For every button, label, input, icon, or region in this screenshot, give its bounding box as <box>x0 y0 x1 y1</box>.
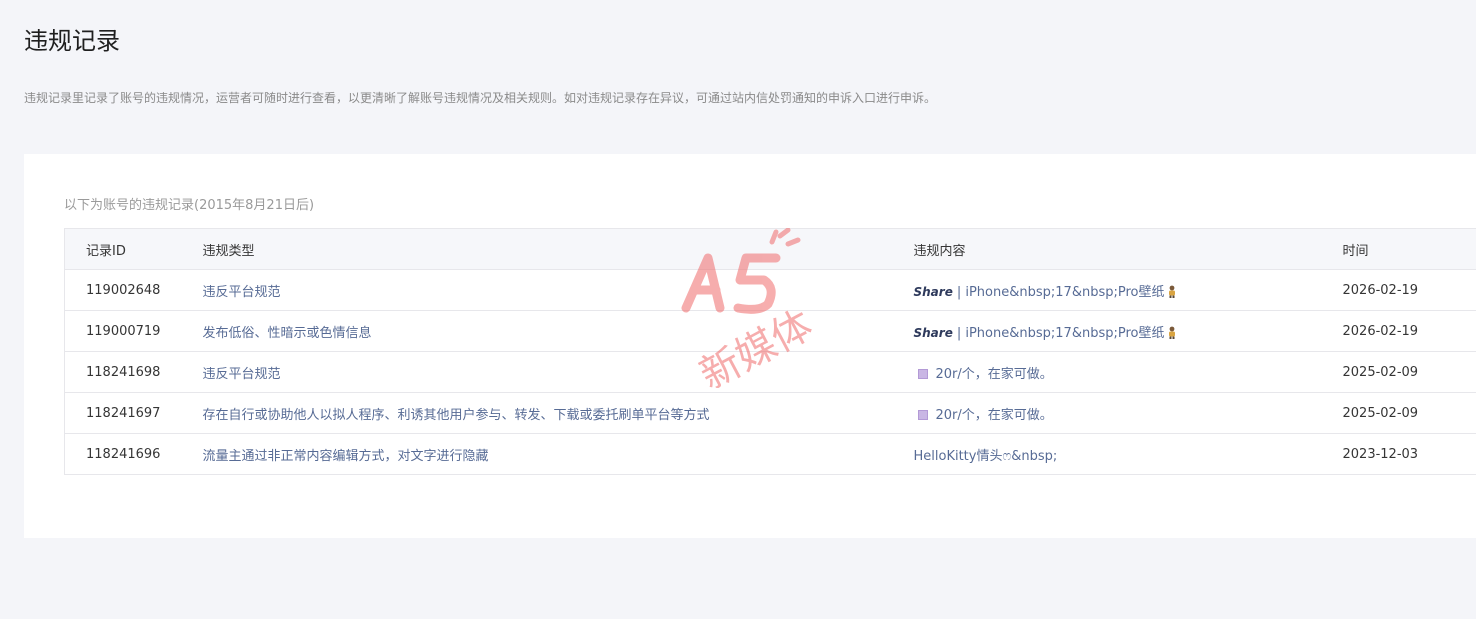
person-figure-icon <box>1169 326 1176 339</box>
header-violation-type: 违规类型 <box>202 228 914 270</box>
table-header-row: 记录ID 违规类型 违规内容 时间 <box>64 228 1476 270</box>
record-time: 2026-02-19 <box>1342 269 1476 311</box>
table-row: 119002648 违反平台规范 Share | iPhone&nbsp;17&n… <box>64 269 1476 311</box>
violation-content-link[interactable]: Share | iPhone&nbsp;17&nbsp;Pro壁纸 <box>913 269 1343 311</box>
table-row: 119000719 发布低俗、性暗示或色情信息 Share | iPhone&nb… <box>64 310 1476 352</box>
person-figure-icon <box>1169 285 1176 298</box>
record-time: 2025-02-09 <box>1342 392 1476 434</box>
record-id: 119002648 <box>64 269 203 311</box>
violation-records-table: 记录ID 违规类型 违规内容 时间 119002648 违反平台规范 Share… <box>64 228 1476 475</box>
violation-records-card: 以下为账号的违规记录(2015年8月21日后) 记录ID 违规类型 违规内容 时… <box>24 154 1476 538</box>
violation-type-link[interactable]: 存在自行或协助他人以拟人程序、利诱其他用户参与、转发、下载或委托刷单平台等方式 <box>202 392 914 434</box>
page-description: 违规记录里记录了账号的违规情况，运营者可随时进行查看，以更清晰了解账号违规情况及… <box>24 91 937 105</box>
record-id: 118241696 <box>64 433 203 475</box>
share-label: Share <box>913 325 953 340</box>
record-id: 119000719 <box>64 310 203 352</box>
violation-type-link[interactable]: 发布低俗、性暗示或色情信息 <box>202 310 914 352</box>
header-record-id: 记录ID <box>64 228 203 270</box>
violation-type-link[interactable]: 流量主通过非正常内容编辑方式，对文字进行隐藏 <box>202 433 914 475</box>
violation-content-link[interactable]: Share | iPhone&nbsp;17&nbsp;Pro壁纸 <box>913 310 1343 352</box>
share-label: Share <box>913 284 953 299</box>
violation-content-link[interactable]: 20r/个，在家可做。 <box>913 392 1343 434</box>
table-row: 118241698 违反平台规范 20r/个，在家可做。 2025-02-09 <box>64 351 1476 393</box>
table-row: 118241696 流量主通过非正常内容编辑方式，对文字进行隐藏 HelloKi… <box>64 433 1476 475</box>
page-title: 违规记录 <box>24 27 120 55</box>
header-time: 时间 <box>1342 228 1476 270</box>
record-time: 2023-12-03 <box>1342 433 1476 475</box>
violation-content-link[interactable]: 20r/个，在家可做。 <box>913 351 1343 393</box>
records-note: 以下为账号的违规记录(2015年8月21日后) <box>64 198 315 213</box>
record-id: 118241698 <box>64 351 203 393</box>
header-violation-content: 违规内容 <box>913 228 1343 270</box>
violation-type-link[interactable]: 违反平台规范 <box>202 269 914 311</box>
violation-type-link[interactable]: 违反平台规范 <box>202 351 914 393</box>
record-time: 2025-02-09 <box>1342 351 1476 393</box>
table-row: 118241697 存在自行或协助他人以拟人程序、利诱其他用户参与、转发、下载或… <box>64 392 1476 434</box>
violation-content-link[interactable]: HelloKitty情头ෆ&nbsp; <box>913 433 1343 475</box>
purple-square-icon <box>917 369 928 379</box>
purple-square-icon <box>917 410 928 420</box>
record-time: 2026-02-19 <box>1342 310 1476 352</box>
record-id: 118241697 <box>64 392 203 434</box>
